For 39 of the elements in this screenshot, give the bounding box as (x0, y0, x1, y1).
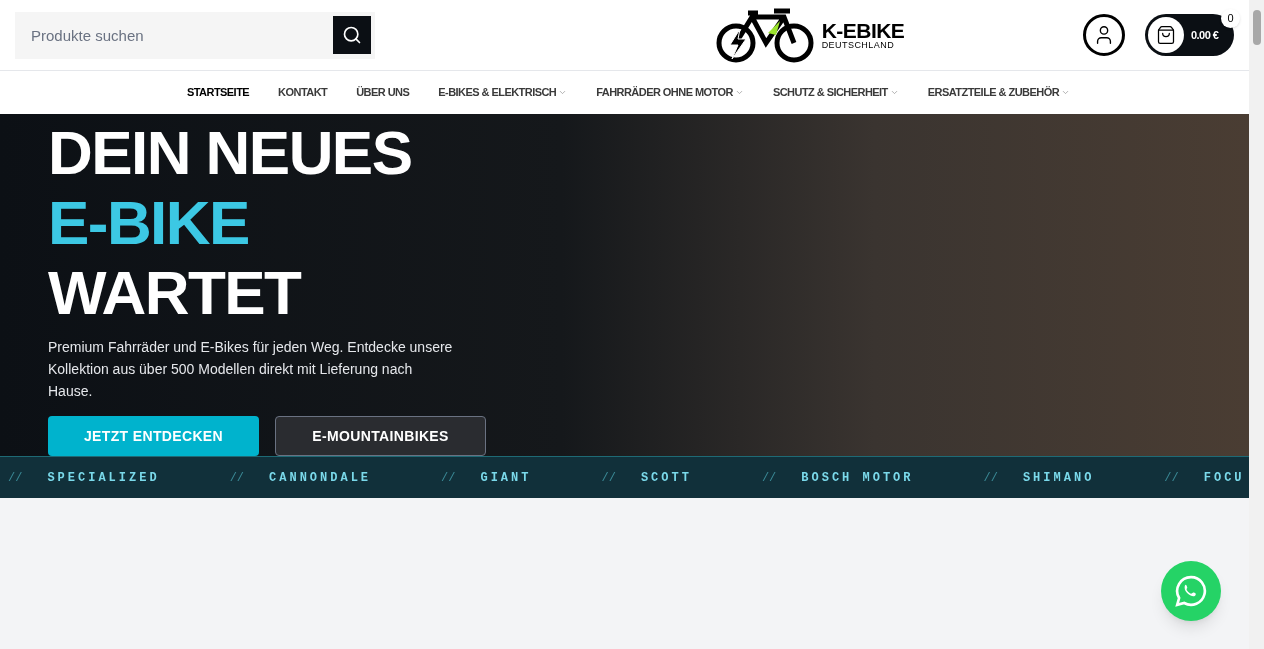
search-icon (342, 24, 362, 45)
chevron-icon (734, 88, 744, 97)
account-button[interactable] (1083, 14, 1125, 56)
hero-headline: DEIN NEUES (48, 118, 412, 188)
brand-name: FOCU (1203, 469, 1245, 487)
ticker-separator: // (8, 469, 23, 487)
hero-headline: E-BIKE (48, 188, 249, 258)
brand-name: GIANT (480, 469, 532, 487)
search-button[interactable] (333, 15, 371, 54)
brand-name: SHIMANO (1022, 469, 1095, 487)
ticker-separator: // (601, 469, 616, 487)
hero-description: Premium Fahrräder und E-Bikes für jeden Weg. Entdecke unsere Kollektion aus über 500 Modellen direkt mit Lieferung nach Hause. (48, 338, 454, 401)
nav-link[interactable]: STARTSEITE (186, 84, 250, 101)
ticker-separator: // (1164, 469, 1179, 487)
hero-headline: WARTET (48, 258, 301, 328)
nav-link[interactable]: SCHUTZ & SICHERHEIT (772, 84, 899, 101)
chevron-icon (889, 88, 899, 97)
chevron-icon (558, 88, 568, 97)
shopping-bag-icon (1156, 25, 1176, 45)
brand-name: BOSCH MOTOR (801, 469, 914, 487)
logo-subtitle: DEUTSCHLAND (821, 41, 896, 50)
ticker-separator: // (983, 469, 998, 487)
ticker-separator: // (441, 469, 456, 487)
nav-link[interactable]: KONTAKT (278, 84, 328, 101)
chat-bubble-icon (1174, 574, 1208, 608)
brand-name: CANNONDALE (269, 469, 372, 487)
logo-wordmark: K-EBIKE (821, 20, 905, 41)
chevron-icon (1061, 88, 1071, 97)
brand-name: SPECIALIZED (47, 469, 160, 487)
nav-link[interactable]: ÜBER UNS (356, 84, 410, 101)
nav-link[interactable]: ERSATZTEILE & ZUBEHÖR (927, 84, 1071, 101)
nav-link[interactable]: E-BIKES & ELEKTRISCH (438, 84, 568, 101)
ticker-separator: // (761, 469, 777, 487)
search-field[interactable]: Produkte suchen (15, 11, 375, 59)
brand-name: SCOTT (640, 469, 692, 487)
hero-button[interactable]: E-MOUNTAINBIKES (275, 416, 486, 456)
cart-count-badge: 0 (1221, 9, 1240, 28)
nav-link[interactable]: FAHRRÄDER OHNE MOTOR (596, 84, 744, 101)
ticker-separator: // (229, 469, 245, 487)
